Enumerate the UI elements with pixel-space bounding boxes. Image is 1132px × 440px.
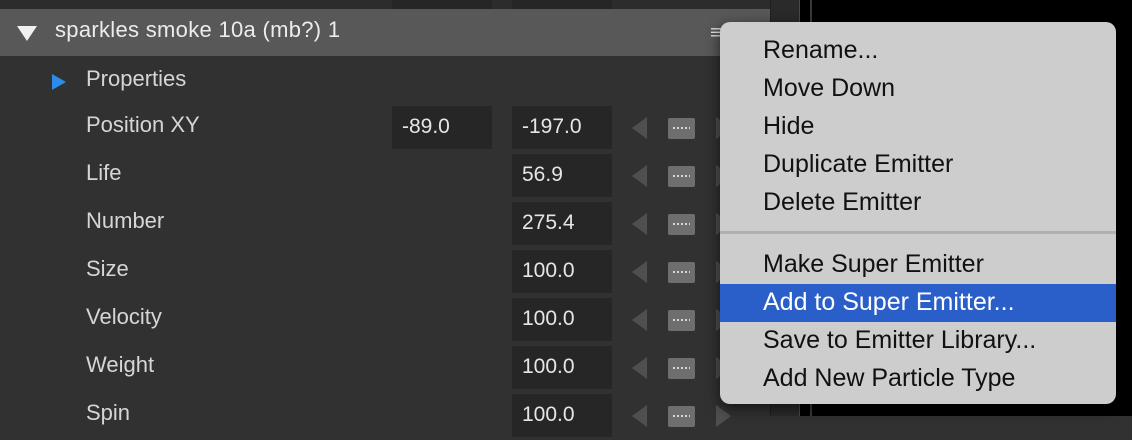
property-row-position-xy: Position XY -89.0 -197.0 <box>0 104 770 152</box>
expand-triangle-icon[interactable] <box>52 74 66 90</box>
menu-item-duplicate-emitter[interactable]: Duplicate Emitter <box>720 146 1116 184</box>
graph-menu-icon[interactable] <box>668 406 695 427</box>
graph-menu-icon[interactable] <box>668 166 695 187</box>
property-label: Number <box>86 208 165 233</box>
menu-separator <box>720 231 1116 234</box>
graph-menu-icon[interactable] <box>668 118 695 139</box>
keyframe-prev-icon[interactable] <box>632 213 647 235</box>
property-label: Life <box>86 160 122 185</box>
collapse-triangle-icon[interactable] <box>17 26 37 41</box>
property-row-number: Number 275.4 <box>0 200 770 248</box>
weight-field[interactable]: 100.0 <box>512 346 612 389</box>
keyframe-prev-icon[interactable] <box>632 405 647 427</box>
keyframe-prev-icon[interactable] <box>632 117 647 139</box>
position-x-field[interactable]: -89.0 <box>392 106 492 149</box>
properties-section[interactable]: Properties <box>0 56 770 104</box>
keyframe-next-icon[interactable] <box>716 405 731 427</box>
number-field[interactable]: 275.4 <box>512 202 612 245</box>
graph-menu-icon[interactable] <box>668 310 695 331</box>
property-label: Size <box>86 256 129 281</box>
graph-menu-icon[interactable] <box>668 262 695 283</box>
keyframe-prev-icon[interactable] <box>632 357 647 379</box>
property-label: Weight <box>86 352 155 377</box>
keyframe-prev-icon[interactable] <box>632 165 647 187</box>
property-label: Position XY <box>86 112 200 137</box>
velocity-field[interactable]: 100.0 <box>512 298 612 341</box>
graph-menu-icon[interactable] <box>668 358 695 379</box>
menu-item-make-super-emitter[interactable]: Make Super Emitter <box>720 246 1116 284</box>
size-field[interactable]: 100.0 <box>512 250 612 293</box>
menu-item-add-new-particle-type[interactable]: Add New Particle Type <box>720 360 1116 398</box>
keyframe-prev-icon[interactable] <box>632 261 647 283</box>
menu-item-hide[interactable]: Hide <box>720 108 1116 146</box>
life-field[interactable]: 56.9 <box>512 154 612 197</box>
menu-item-delete-emitter[interactable]: Delete Emitter <box>720 184 1116 222</box>
graph-menu-icon[interactable] <box>668 214 695 235</box>
property-label: Velocity <box>86 304 162 329</box>
property-row-velocity: Velocity 100.0 <box>0 296 770 344</box>
menu-item-move-down[interactable]: Move Down <box>720 70 1116 108</box>
property-row-size: Size 100.0 <box>0 248 770 296</box>
keyframe-prev-icon[interactable] <box>632 309 647 331</box>
emitter-title: sparkles smoke 10a (mb?) 1 <box>55 17 341 42</box>
property-row-spin: Spin 100.0 <box>0 392 770 440</box>
menu-item-save-to-emitter-library[interactable]: Save to Emitter Library... <box>720 322 1116 360</box>
menu-item-rename[interactable]: Rename... <box>720 32 1116 70</box>
properties-label: Properties <box>86 66 187 91</box>
previous-row-field-x <box>392 0 492 9</box>
emitter-header[interactable]: sparkles smoke 10a (mb?) 1 ≡ <box>0 9 770 56</box>
position-y-field[interactable]: -197.0 <box>512 106 612 149</box>
top-strip <box>0 0 800 9</box>
property-label: Spin <box>86 400 131 425</box>
property-row-life: Life 56.9 <box>0 152 770 200</box>
property-row-weight: Weight 100.0 <box>0 344 770 392</box>
previous-row-field-y <box>512 0 612 9</box>
context-menu: Rename... Move Down Hide Duplicate Emitt… <box>720 22 1116 404</box>
menu-item-add-to-super-emitter[interactable]: Add to Super Emitter... <box>720 284 1116 322</box>
